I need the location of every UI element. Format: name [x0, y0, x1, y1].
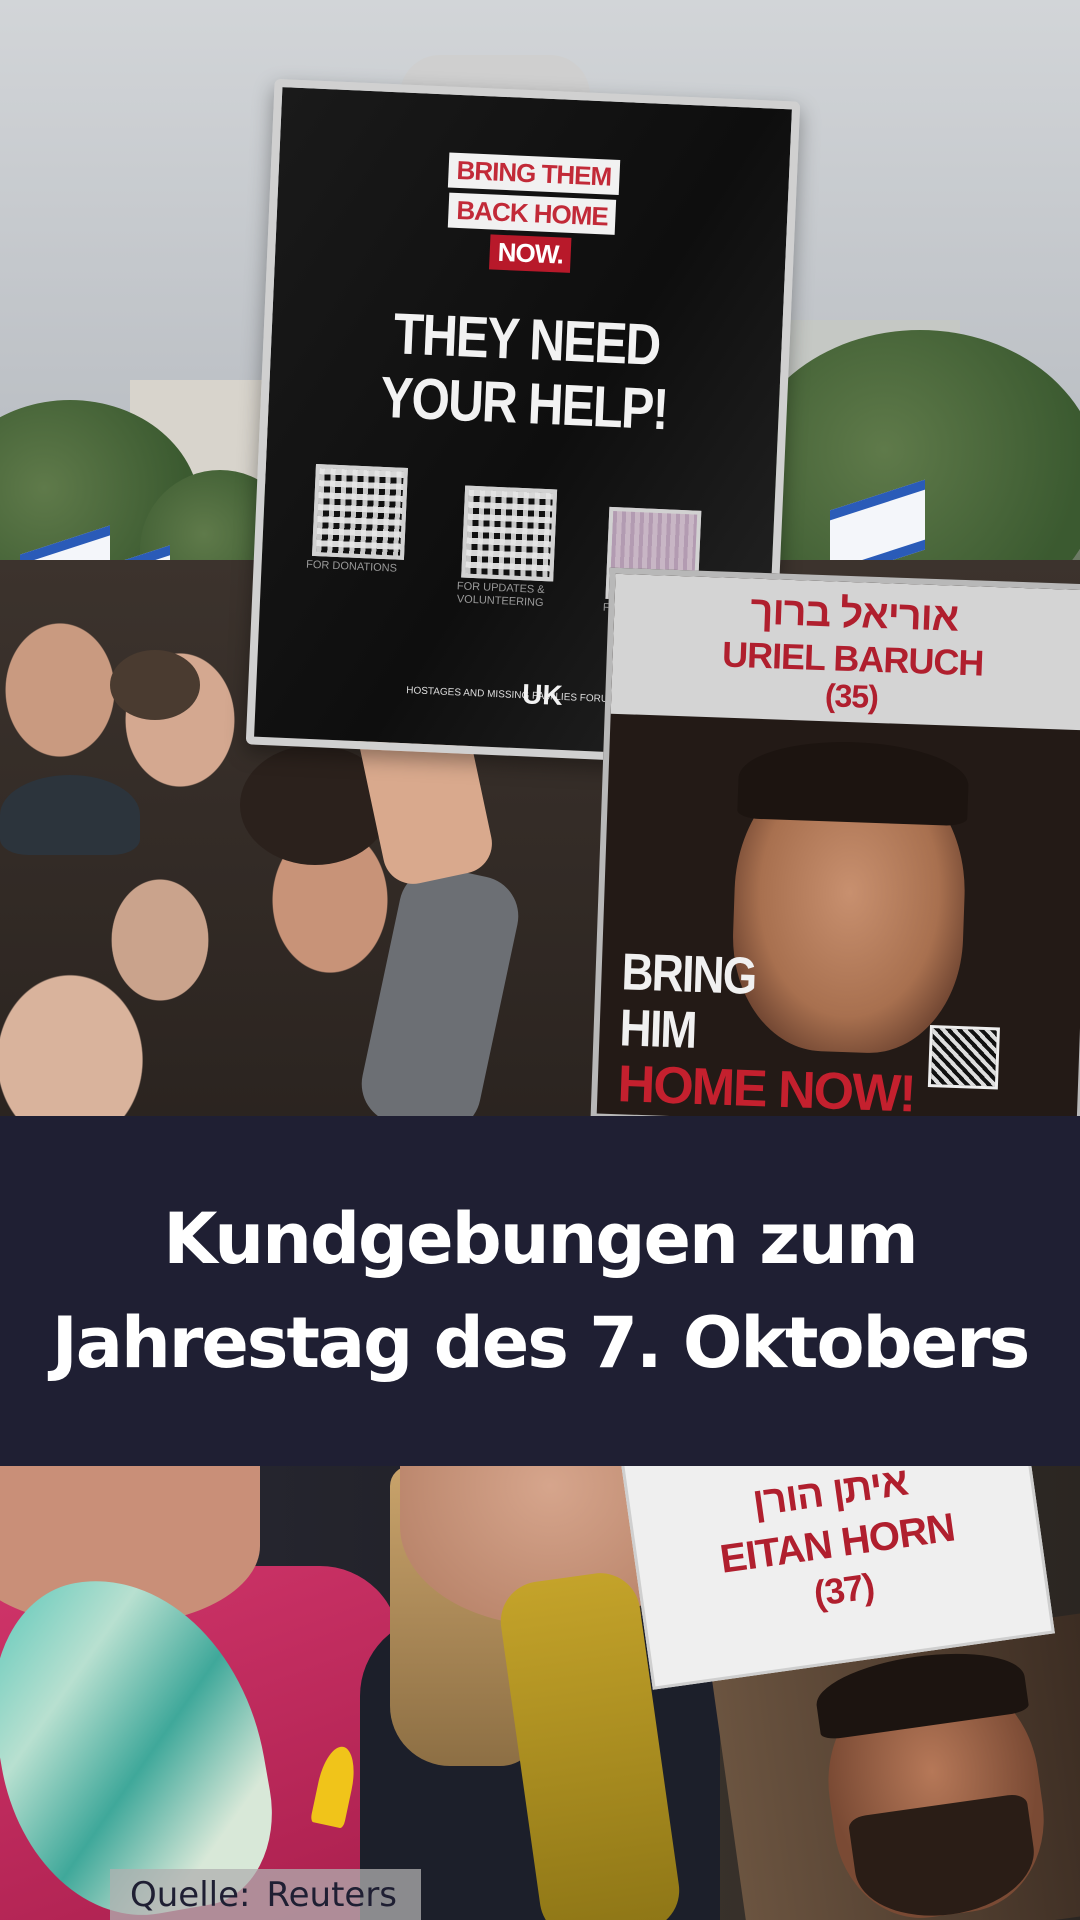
headline: Kundgebungen zum Jahrestag des 7. Oktobe…: [20, 1187, 1060, 1395]
source-label: Quelle: Reuters: [110, 1869, 422, 1920]
source-key: Quelle:: [130, 1874, 251, 1915]
bottom-photo-rally: איתן הורן EITAN HORN (37): [0, 1466, 1080, 1920]
sign-namebar: אוריאל ברוך URIEL BARUCH (35): [610, 573, 1080, 731]
qr-code-icon: [461, 485, 558, 582]
sign-slogan-line: BRING: [620, 943, 757, 1006]
sign-slogan-line: HIM: [618, 999, 697, 1060]
portrait-hair: [737, 738, 970, 827]
sign-organization-small: HOSTAGES AND MISSING FAMILIES FORUM: [405, 685, 617, 706]
sign-organization-uk: UK: [521, 678, 564, 711]
sign-tag: NOW.: [488, 234, 572, 273]
sign-tag: BACK HOME: [447, 192, 617, 235]
source-value: Reuters: [266, 1874, 398, 1915]
sign-headline: THEY NEED YOUR HELP!: [306, 299, 745, 446]
sign-organization: HOSTAGES AND MISSING FAMILIES FORUMUK: [405, 673, 617, 712]
cap: [0, 775, 140, 855]
qr-code-icon: [927, 1025, 1000, 1090]
sign-eitan-horn: איתן הורן EITAN HORN (37): [620, 1466, 1080, 1920]
qr-label: FOR UPDATES & VOLUNTEERING: [456, 580, 545, 610]
top-photo-rally: BRING THEM BACK HOME NOW. THEY NEED YOUR…: [0, 0, 1080, 1116]
video-frame: BRING THEM BACK HOME NOW. THEY NEED YOUR…: [0, 0, 1080, 1920]
head: [110, 650, 200, 720]
headline-line-2: Jahrestag des 7. Oktobers: [51, 1302, 1031, 1384]
qr-label: FOR DONATIONS: [305, 558, 398, 575]
title-band: Kundgebungen zum Jahrestag des 7. Oktobe…: [0, 1116, 1080, 1466]
sign-slogan: BRING HIM: [618, 943, 757, 1061]
sign-uriel-baruch: אוריאל ברוך URIEL BARUCH (35) BRING HIM …: [590, 567, 1080, 1116]
qr-code-icon: [312, 464, 408, 560]
headline-line-1: Kundgebungen zum: [163, 1198, 918, 1280]
sign-slogan-red: HOME NOW!: [616, 1055, 916, 1116]
sign-tag: BRING THEM: [447, 152, 620, 195]
